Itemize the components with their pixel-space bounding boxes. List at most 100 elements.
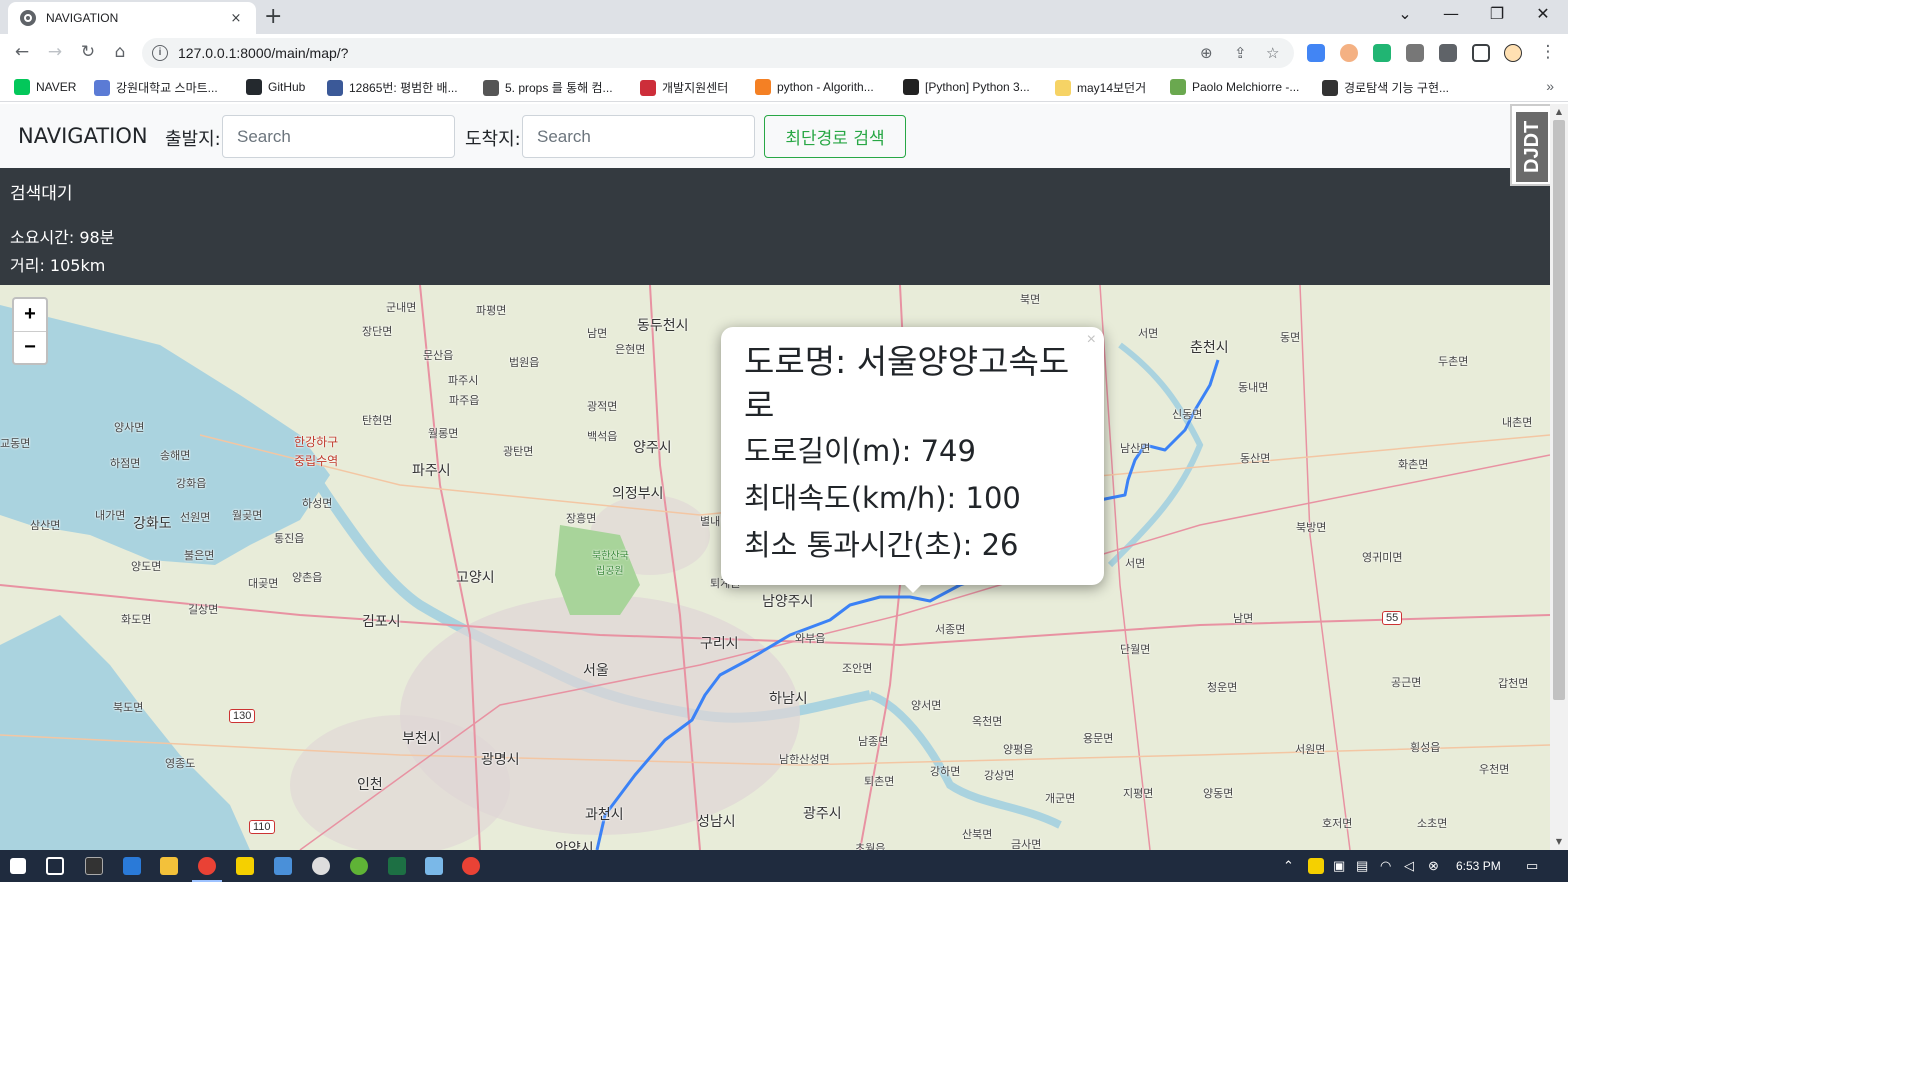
- forward-icon[interactable]: →: [43, 42, 67, 62]
- map-place-label: 파주읍: [449, 394, 480, 407]
- menu-dots-icon[interactable]: ⋮: [1536, 42, 1560, 62]
- terminal-icon[interactable]: [85, 857, 103, 875]
- file-explorer-icon[interactable]: [160, 857, 178, 875]
- bookmark-item[interactable]: [Python] Python 3...: [903, 79, 1030, 95]
- close-window-button[interactable]: ✕: [1520, 4, 1566, 23]
- tray-icon[interactable]: ▤: [1356, 858, 1368, 874]
- map-place-label: 서울: [583, 663, 609, 679]
- start-search-input[interactable]: [222, 115, 455, 158]
- page-scrollbar[interactable]: ▲ ▼: [1550, 104, 1568, 850]
- end-label: 도착지:: [465, 129, 521, 150]
- chrome-icon[interactable]: [198, 857, 216, 875]
- address-bar[interactable]: i 127.0.0.1:8000/main/map/? ⊕ ⇪ ☆: [142, 38, 1294, 68]
- extensions-puzzle-icon[interactable]: [1439, 44, 1457, 62]
- volume-icon[interactable]: ◁: [1404, 858, 1414, 874]
- top-navbar: NAVIGATION 출발지: 도착지: 최단경로 검색: [0, 104, 1550, 168]
- end-search-input[interactable]: [522, 115, 755, 158]
- bookmarks-more-icon[interactable]: »: [1546, 78, 1554, 94]
- sticky-notes-icon[interactable]: [236, 857, 254, 875]
- highway-shield: 55: [1382, 611, 1403, 625]
- vscode-icon[interactable]: [123, 857, 141, 875]
- map-place-label: 호저면: [1322, 817, 1353, 830]
- notification-icon[interactable]: ▭: [1526, 858, 1538, 874]
- task-view-icon[interactable]: [46, 857, 64, 875]
- chrome-icon[interactable]: [462, 857, 480, 875]
- bookmark-item[interactable]: python - Algorith...: [755, 79, 874, 95]
- bookmark-item[interactable]: Paolo Melchiorre -...: [1170, 79, 1299, 95]
- map-place-label: 광탄면: [503, 445, 534, 458]
- popup-tip: [903, 583, 923, 593]
- scroll-up-arrow[interactable]: ▲: [1550, 104, 1568, 120]
- translate-extension-icon[interactable]: [1307, 44, 1325, 62]
- map-place-label: 중립수역: [294, 454, 339, 468]
- map-place-label: 하남시: [769, 691, 808, 707]
- zoom-icon[interactable]: ⊕: [1200, 44, 1213, 62]
- map-canvas[interactable]: 군내면 파평면 장단면 남면 동두천시 문산읍 은현면 법원읍 파주시 파주읍 광적면 탄현면 월롱면 백…: [0, 285, 1550, 850]
- home-icon[interactable]: ⌂: [108, 42, 132, 62]
- globe-icon: [94, 79, 110, 96]
- map-place-label: 고양시: [456, 570, 495, 586]
- tray-icon[interactable]: ▣: [1333, 858, 1345, 874]
- shortest-route-button[interactable]: 최단경로 검색: [764, 115, 906, 158]
- bookmark-item[interactable]: may14보던거: [1055, 79, 1146, 96]
- popup-road-length: 도로길이(m): 749: [744, 434, 976, 468]
- bookmark-item[interactable]: 경로탐색 기능 구현...: [1322, 79, 1449, 96]
- map-place-label: 립공원: [596, 566, 624, 577]
- bookmark-item[interactable]: 강원대학교 스마트...: [94, 79, 218, 96]
- tools-extension-icon[interactable]: [1406, 44, 1424, 62]
- app-icon[interactable]: [274, 857, 292, 875]
- taskbar-clock[interactable]: 6:53 PM: [1456, 859, 1501, 873]
- west-sea-water: [0, 615, 250, 850]
- map-place-label: 양주시: [633, 440, 672, 456]
- map-place-label: 하점면: [110, 457, 141, 470]
- bookmark-item[interactable]: NAVER: [14, 79, 76, 95]
- tray-overflow-icon[interactable]: ⌃: [1283, 858, 1294, 874]
- green-extension-icon[interactable]: [1373, 44, 1391, 62]
- avatar-extension-icon[interactable]: [1340, 44, 1358, 62]
- site-info-icon[interactable]: i: [152, 45, 168, 61]
- windows-start-icon[interactable]: [10, 858, 26, 874]
- share-icon[interactable]: ⇪: [1234, 44, 1247, 62]
- map-place-label: 북면: [1020, 293, 1041, 306]
- kakaotalk-tray-icon[interactable]: [1308, 858, 1324, 874]
- side-panel-icon[interactable]: [1472, 44, 1490, 62]
- bookmark-star-icon[interactable]: ☆: [1266, 44, 1279, 62]
- zoom-in-button[interactable]: +: [14, 299, 46, 331]
- map-place-label: 파주시: [448, 374, 479, 387]
- bookmark-item[interactable]: 5. props 를 통해 컴...: [483, 79, 613, 96]
- qgis-icon[interactable]: [350, 857, 368, 875]
- map-place-label: 문산읍: [423, 349, 454, 362]
- bookmark-item[interactable]: 12865번: 평범한 배...: [327, 79, 458, 96]
- profile-avatar[interactable]: [1504, 44, 1522, 62]
- zoom-out-button[interactable]: −: [14, 331, 46, 363]
- tab-search-icon[interactable]: ⌄: [1382, 4, 1428, 23]
- wifi-icon[interactable]: ◠: [1380, 858, 1391, 874]
- url-text[interactable]: 127.0.0.1:8000/main/map/?: [178, 45, 348, 61]
- bookmark-label: 개발지원센터: [662, 81, 729, 95]
- network-status-icon[interactable]: ⊗: [1428, 858, 1439, 874]
- reload-icon[interactable]: ↻: [76, 42, 100, 62]
- bookmark-item[interactable]: 개발지원센터: [640, 79, 728, 96]
- brand-title[interactable]: NAVIGATION: [18, 124, 148, 148]
- app-icon[interactable]: [425, 857, 443, 875]
- robot-icon: [1322, 79, 1338, 96]
- app-icon[interactable]: [312, 857, 330, 875]
- map-place-label: 양사면: [114, 421, 145, 434]
- map-place-label: 남산면: [1120, 442, 1151, 455]
- close-tab-icon[interactable]: ×: [228, 11, 244, 26]
- scroll-down-arrow[interactable]: ▼: [1550, 834, 1568, 850]
- django-debug-toolbar-handle[interactable]: DJDT: [1510, 104, 1550, 186]
- scroll-thumb[interactable]: [1553, 120, 1565, 700]
- map-place-label: 단월면: [1120, 643, 1151, 656]
- map-place-label: 불은면: [184, 549, 215, 562]
- map-place-label: 강화도: [133, 516, 172, 532]
- excel-icon[interactable]: [388, 857, 406, 875]
- bookmark-label: Paolo Melchiorre -...: [1192, 80, 1300, 94]
- new-tab-button[interactable]: +: [264, 6, 282, 28]
- popup-close-icon[interactable]: ×: [1087, 331, 1096, 349]
- bookmark-item[interactable]: GitHub: [246, 79, 305, 95]
- browser-tab[interactable]: NAVIGATION ×: [8, 2, 256, 34]
- back-icon[interactable]: ←: [10, 42, 34, 62]
- minimize-button[interactable]: —: [1428, 4, 1474, 23]
- restore-button[interactable]: ❐: [1474, 4, 1520, 23]
